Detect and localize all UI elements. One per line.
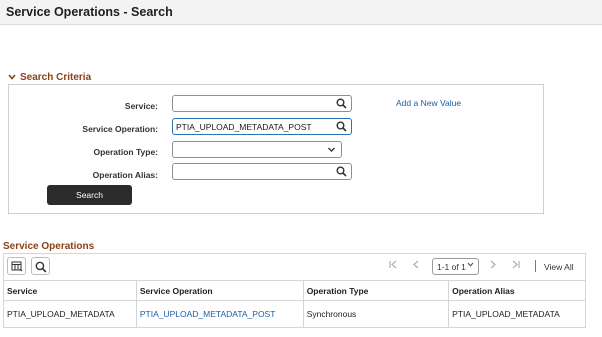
search-icon[interactable]	[336, 166, 347, 177]
page-title: Service Operations - Search	[6, 5, 173, 19]
page-header: Service Operations - Search	[0, 0, 602, 25]
service-operation-value: PTIA_UPLOAD_METADATA_POST	[176, 122, 312, 132]
column-header-service[interactable]: Service	[3, 280, 137, 301]
pager-divider	[535, 260, 536, 272]
operation-type-label: Operation Type:	[93, 147, 158, 157]
chevron-down-icon	[467, 261, 474, 270]
chevron-down-icon	[326, 144, 337, 155]
table-header-row: Service Service Operation Operation Type…	[3, 280, 586, 301]
search-criteria-toggle[interactable]: Search Criteria	[8, 72, 91, 83]
add-new-value-link[interactable]: Add a New Value	[396, 98, 461, 108]
table-row[interactable]: PTIA_UPLOAD_METADATA PTIA_UPLOAD_METADAT…	[3, 300, 586, 328]
last-page-icon[interactable]	[511, 259, 521, 272]
operation-alias-label: Operation Alias:	[92, 170, 158, 180]
results-table: Service Service Operation Operation Type…	[3, 280, 586, 328]
service-operations-title: Service Operations	[3, 241, 95, 252]
next-page-icon[interactable]	[489, 259, 497, 272]
first-page-icon[interactable]	[388, 259, 398, 272]
cell-operation-alias: PTIA_UPLOAD_METADATA	[448, 300, 586, 328]
search-criteria-title: Search Criteria	[20, 72, 92, 83]
search-button[interactable]: Search	[47, 185, 132, 205]
search-icon[interactable]	[336, 98, 347, 109]
operation-type-select[interactable]	[172, 141, 342, 158]
grid-search-button[interactable]	[31, 257, 50, 275]
service-input[interactable]	[172, 95, 352, 112]
column-header-operation-alias[interactable]: Operation Alias	[448, 280, 586, 301]
view-all-link[interactable]: View All	[544, 262, 574, 272]
cell-service: PTIA_UPLOAD_METADATA	[3, 300, 137, 328]
search-icon[interactable]	[336, 121, 347, 132]
service-label: Service:	[124, 101, 158, 111]
column-header-operation-type[interactable]: Operation Type	[302, 280, 450, 301]
page-range-select[interactable]: 1-1 of 1	[432, 258, 479, 275]
previous-page-icon[interactable]	[412, 259, 420, 272]
operation-alias-input[interactable]	[172, 163, 352, 180]
service-operation-label: Service Operation:	[82, 124, 158, 134]
page-range-value: 1-1 of 1	[437, 262, 466, 272]
cell-operation-type: Synchronous	[302, 300, 450, 328]
grid-settings-button[interactable]	[7, 257, 26, 275]
chevron-down-icon	[8, 73, 18, 82]
cell-service-operation-link[interactable]: PTIA_UPLOAD_METADATA_POST	[135, 300, 304, 328]
column-header-service-operation[interactable]: Service Operation	[135, 280, 304, 301]
service-operation-input[interactable]: PTIA_UPLOAD_METADATA_POST	[172, 118, 352, 135]
